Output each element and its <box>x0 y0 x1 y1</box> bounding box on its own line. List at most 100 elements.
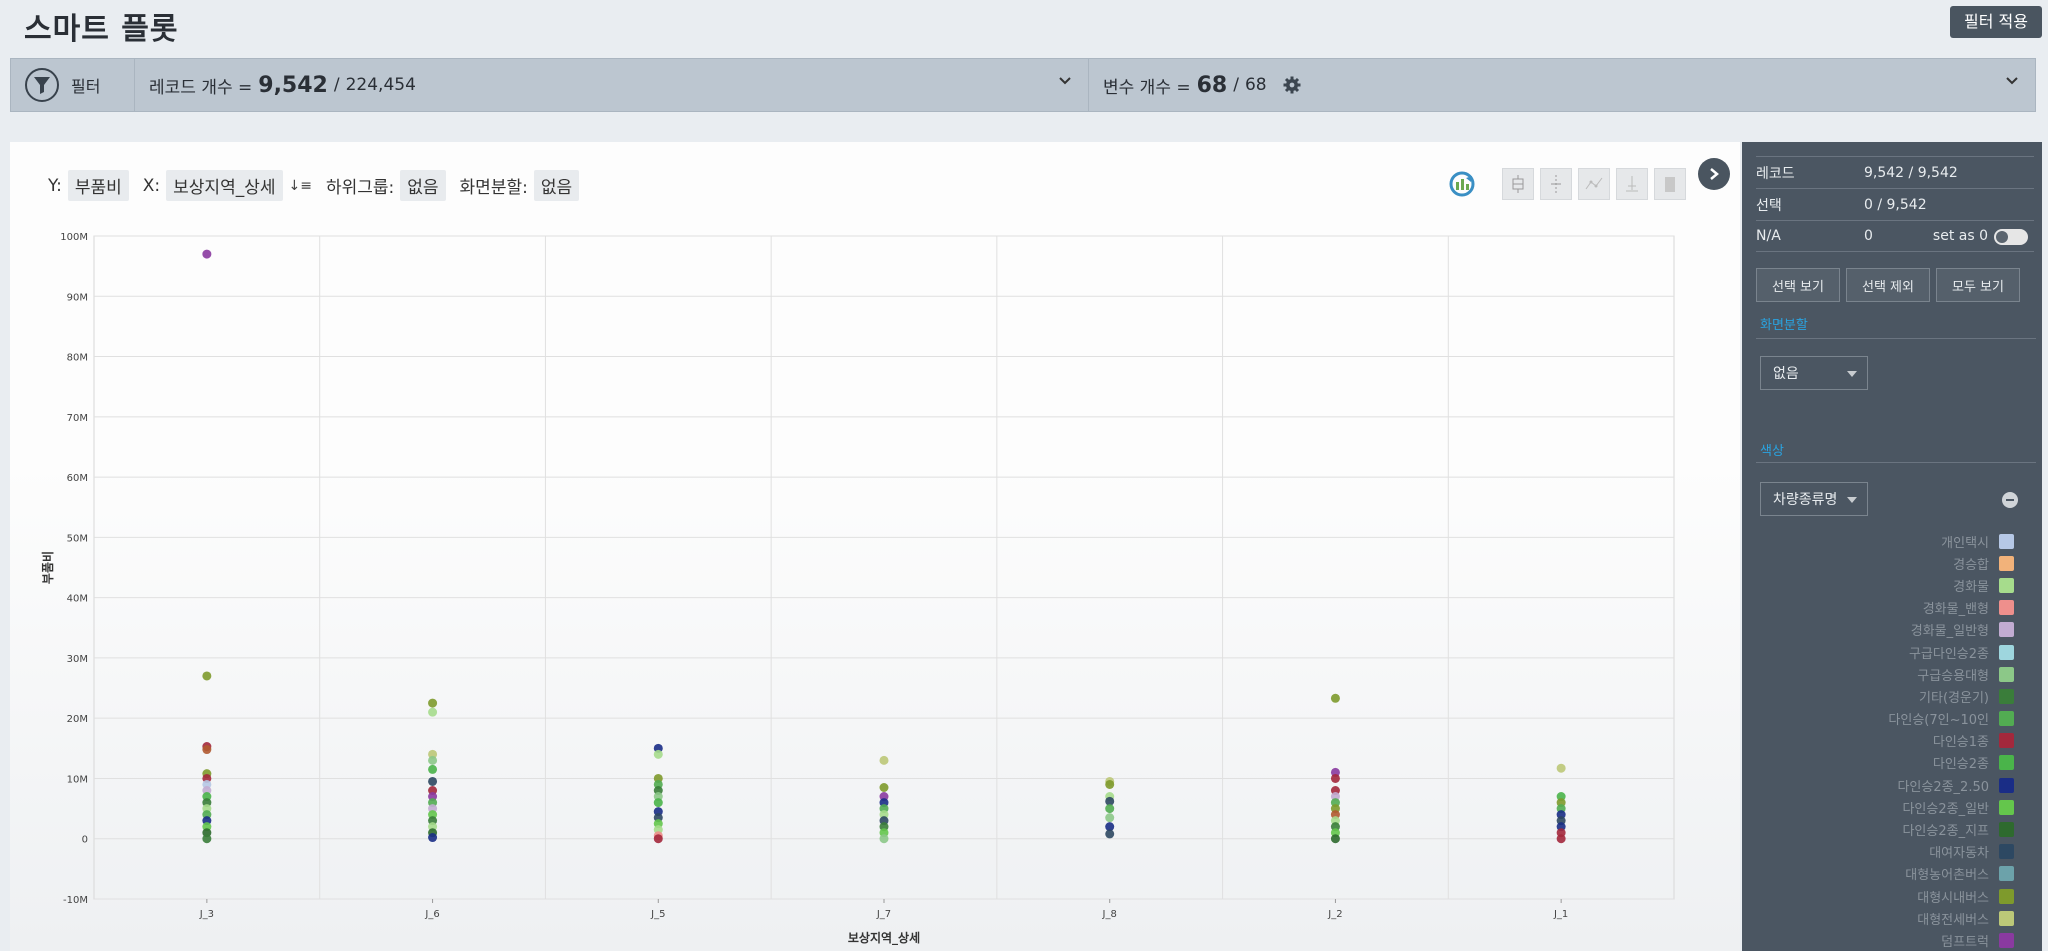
exclude-selection-button[interactable]: 선택 제외 <box>1846 268 1930 302</box>
data-point[interactable] <box>1556 763 1566 773</box>
scatter-plot[interactable]: 100M 90M 80M 70M 60M 50M 40M 30M 20M 10M 0 -10M J_3 J… <box>10 142 1740 951</box>
data-point[interactable] <box>428 833 438 843</box>
data-point[interactable] <box>202 671 212 681</box>
plot-toolbar <box>1444 166 1686 202</box>
record-row-key: 레코드 <box>1756 165 1795 182</box>
legend-label: 다인승1종 <box>1932 735 1989 751</box>
sort-icon[interactable]: ↓≡ <box>289 178 312 194</box>
caret-down-icon <box>1847 497 1857 503</box>
data-point[interactable] <box>653 749 663 759</box>
data-point[interactable] <box>1330 693 1340 703</box>
legend-item[interactable]: 다인승(7인~10인 <box>1756 708 2014 730</box>
jitter-tool-icon[interactable] <box>1540 168 1572 200</box>
record-row: 레코드 9,542 / 9,542 <box>1756 156 2034 188</box>
legend-item[interactable]: 경화물_밴형 <box>1756 597 2014 619</box>
data-point[interactable] <box>428 764 438 774</box>
legend-item[interactable]: 다인승2종 <box>1756 752 2014 774</box>
legend-item[interactable]: 다인승2종_지프 <box>1756 818 2014 840</box>
caret-down-icon <box>1847 371 1857 377</box>
distribution-tool-icon[interactable] <box>1616 168 1648 200</box>
legend-item[interactable]: 덤프트럭 <box>1756 929 2014 951</box>
legend-item[interactable]: 대여자동차 <box>1756 841 2014 863</box>
side-panel: 레코드 9,542 / 9,542 선택 0 / 9,542 N/A 0 set… <box>1742 142 2042 951</box>
page-title: 스마트 플롯 <box>24 12 179 47</box>
legend-item[interactable]: 다인승2종_일반 <box>1756 796 2014 818</box>
legend-label: 대형농어촌버스 <box>1905 868 1989 884</box>
legend-item[interactable]: 경화물_일반형 <box>1756 619 2014 641</box>
data-point[interactable] <box>202 834 212 844</box>
panel-expand-button[interactable] <box>1698 158 1730 190</box>
split-selector[interactable]: 없음 <box>533 170 580 201</box>
data-point[interactable] <box>428 755 438 765</box>
chevron-down-icon[interactable] <box>1058 73 1072 93</box>
legend-item[interactable]: 경화물 <box>1756 574 2014 596</box>
legend-label: 대형시내버스 <box>1917 890 1989 906</box>
legend-label: 다인승2종_일반 <box>1902 801 1989 817</box>
boxplot-tool-icon[interactable] <box>1502 168 1534 200</box>
chevron-down-icon[interactable] <box>2005 73 2019 93</box>
legend-label: 기타(경운기) <box>1919 690 1989 706</box>
selection-row: 선택 0 / 9,542 <box>1756 188 2034 220</box>
data-point[interactable] <box>879 755 889 765</box>
data-point[interactable] <box>1105 804 1115 814</box>
data-point[interactable] <box>1330 773 1340 783</box>
data-point[interactable] <box>1105 779 1115 789</box>
x-variable-selector[interactable]: 보상지역_상세 <box>166 170 283 201</box>
data-point[interactable] <box>428 698 438 708</box>
data-point[interactable] <box>1556 834 1566 844</box>
set-as-zero-label: set as 0 <box>1932 228 1988 244</box>
variable-count-section[interactable]: 변수 개수 = 68 / 68 <box>1089 59 2035 111</box>
legend-item[interactable]: 대형시내버스 <box>1756 885 2014 907</box>
show-selection-button[interactable]: 선택 보기 <box>1756 268 1840 302</box>
na-row-value: 0 <box>1864 228 1873 244</box>
data-point[interactable] <box>428 707 438 717</box>
divider <box>1756 462 2036 463</box>
show-all-button[interactable]: 모두 보기 <box>1936 268 2020 302</box>
legend-item[interactable]: 기타(경운기) <box>1756 685 2014 707</box>
legend-item[interactable]: 개인택시 <box>1756 530 2014 552</box>
legend-item[interactable]: 구급다인승2종 <box>1756 641 2014 663</box>
divider <box>1756 338 2036 339</box>
filter-toggle[interactable]: 필터 <box>11 59 135 111</box>
legend-item[interactable]: 다인승2종_2.50 <box>1756 774 2014 796</box>
legend-swatch <box>1999 910 2014 926</box>
data-point[interactable] <box>653 798 663 808</box>
data-point[interactable] <box>202 745 212 755</box>
record-count-label: 레코드 개수 = <box>149 77 253 98</box>
y-tick-label: 100M <box>60 232 88 243</box>
legend-item[interactable]: 경승합 <box>1756 552 2014 574</box>
data-point[interactable] <box>1105 813 1115 823</box>
filter-label: 필터 <box>71 77 101 96</box>
bar-tool-icon[interactable] <box>1654 168 1686 200</box>
set-as-zero-toggle[interactable] <box>1994 229 2028 245</box>
legend-item[interactable]: 대형전세버스 <box>1756 907 2014 929</box>
record-count-section[interactable]: 레코드 개수 = 9,542 / 224,454 <box>135 59 1089 111</box>
color-dropdown[interactable]: 차량종류명 <box>1760 482 1868 516</box>
gear-icon[interactable] <box>1283 76 1301 94</box>
trend-tool-icon[interactable] <box>1578 168 1610 200</box>
x-tick-label: J_8 <box>1102 909 1117 920</box>
legend-label: 구급다인승2종 <box>1908 646 1989 662</box>
remove-color-icon[interactable] <box>2002 492 2018 508</box>
data-point[interactable] <box>879 782 889 792</box>
split-dropdown[interactable]: 없음 <box>1760 356 1868 390</box>
legend-swatch <box>1999 932 2014 948</box>
data-point[interactable] <box>879 834 889 844</box>
y-tick-label: 80M <box>67 353 88 364</box>
apply-filter-button[interactable]: 필터 적용 <box>1950 6 2042 38</box>
data-point[interactable] <box>1330 834 1340 844</box>
y-tick-label: 30M <box>67 654 88 665</box>
legend-swatch <box>1999 799 2014 815</box>
legend-item[interactable]: 다인승1종 <box>1756 730 2014 752</box>
selection-row-value: 0 / 9,542 <box>1864 196 1927 213</box>
y-variable-selector[interactable]: 부품비 <box>67 170 129 201</box>
subgroup-selector[interactable]: 없음 <box>400 170 446 201</box>
legend-item[interactable]: 구급승용대형 <box>1756 663 2014 685</box>
legend-item[interactable]: 대형농어촌버스 <box>1756 863 2014 885</box>
data-point[interactable] <box>1105 829 1115 839</box>
refresh-icon[interactable] <box>1444 166 1480 202</box>
data-point[interactable] <box>428 776 438 786</box>
data-point[interactable] <box>202 249 212 259</box>
split-section-title: 화면분할 <box>1760 318 1808 333</box>
data-point[interactable] <box>653 834 663 844</box>
